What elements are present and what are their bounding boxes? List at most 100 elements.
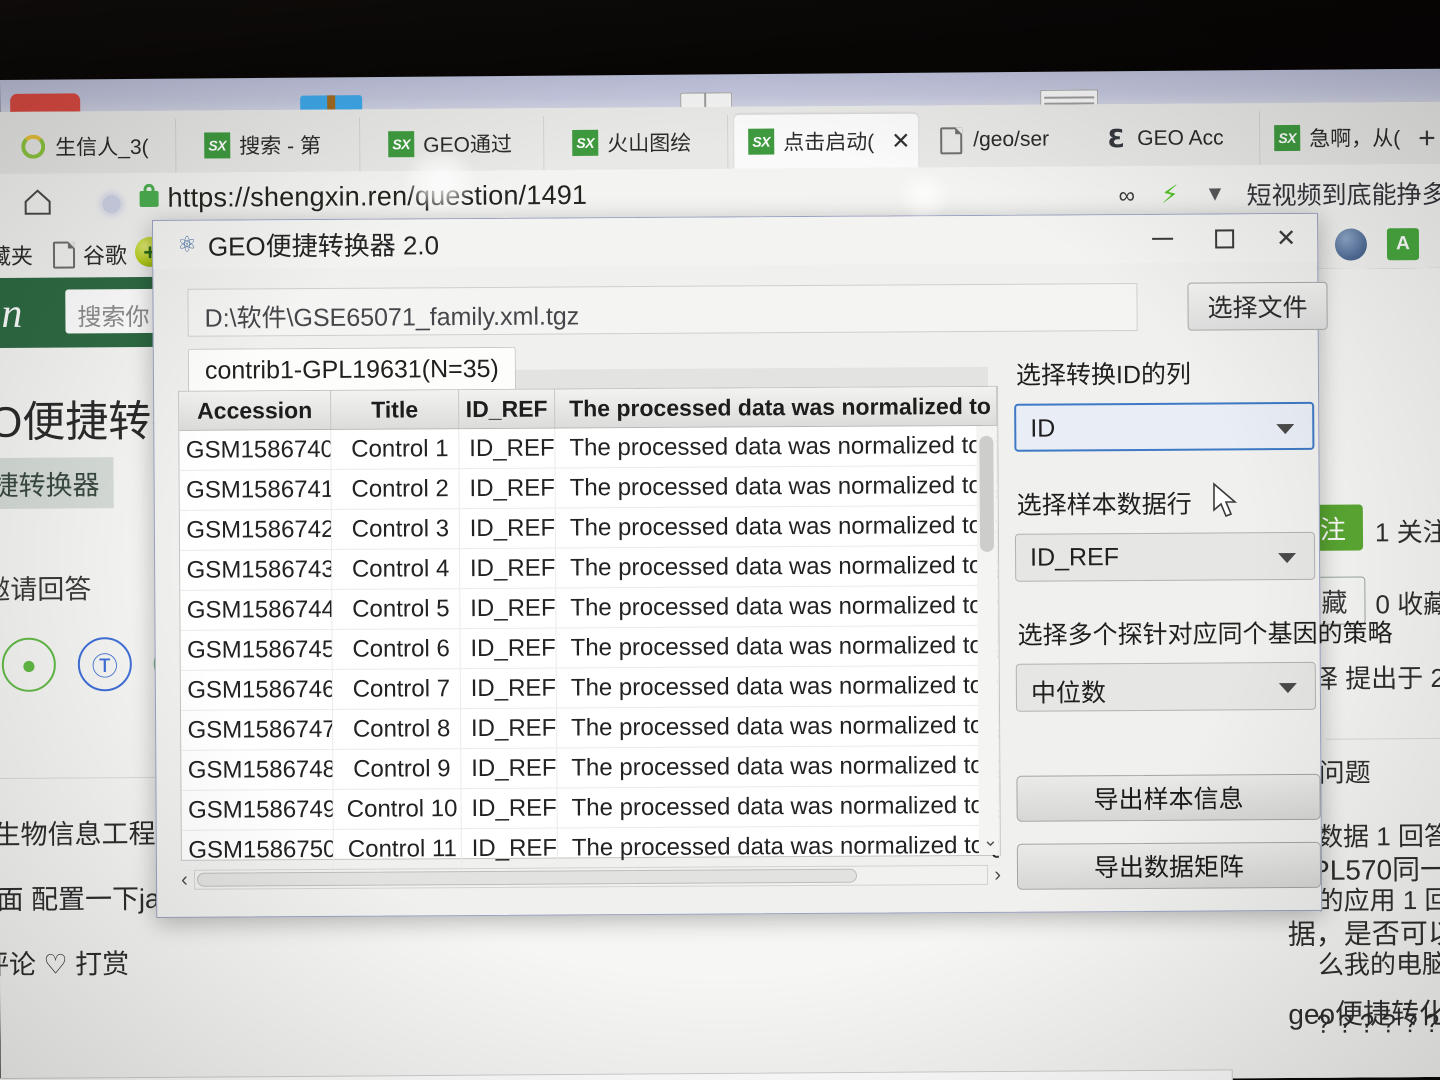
url-text[interactable]: https://shengxin.ren/question/1491 <box>167 180 587 214</box>
answer-text-2: geo便捷转化器说 <box>1288 997 1440 1030</box>
site-logo: n <box>1 290 23 337</box>
chevron-down-icon <box>1278 683 1297 694</box>
table-row[interactable]: GSM1586749 Control 10 ID_REF The processed … <box>181 785 1000 831</box>
cell-id-ref: ID_REF <box>459 508 557 549</box>
scrollbar-thumb[interactable] <box>979 435 995 552</box>
cell-accession: GSM1586745 <box>180 629 333 670</box>
select-file-button[interactable]: 选择文件 <box>1187 281 1328 331</box>
window-controls: ✕ <box>1131 214 1317 263</box>
bookmark-item-1[interactable]: 谷歌 <box>52 238 127 271</box>
cell-description: The processed data was normalized to glo… <box>557 785 1000 828</box>
chevron-down-icon[interactable]: ▼ <box>1204 182 1225 206</box>
file-path-input[interactable]: D:\软件\GSE65071_family.xml.tgz <box>187 282 1138 337</box>
browser-tab-5[interactable]: /geo/ser <box>924 112 1094 167</box>
cell-accession: GSM1586747 <box>180 709 334 750</box>
bookmark-item-0[interactable]: 藏夹 <box>0 239 33 271</box>
file-path-row: D:\软件\GSE65071_family.xml.tgz 选择文件 <box>187 281 1328 337</box>
cell-id-ref: ID_REF <box>460 548 557 589</box>
promo-text[interactable]: 短视频到底能挣多少 <box>1246 175 1440 213</box>
browser-tab-7[interactable]: SX 急啊，从( <box>1260 110 1410 165</box>
answer-editor[interactable] <box>0 1069 1234 1080</box>
browser-tab-3[interactable]: SX 火山图绘 <box>558 114 729 171</box>
table-row[interactable]: GSM1586744 Control 5 ID_REF The processed d… <box>180 585 999 631</box>
bolt-icon[interactable]: ⚡ <box>1161 180 1179 210</box>
sx-icon: SX <box>748 128 775 155</box>
browser-tab-label: 急啊，从( <box>1309 127 1401 151</box>
invite-answer-label: 邀请回答 <box>0 574 92 606</box>
chevron-down-icon[interactable]: ⌄ <box>983 830 998 851</box>
maximize-icon[interactable] <box>1193 214 1255 262</box>
cell-accession: GSM1586741 <box>179 469 332 510</box>
share-icon[interactable]: ∞ <box>1119 182 1136 209</box>
page-indicator-icon <box>102 195 121 214</box>
cell-description: The processed data was normalized to glo… <box>555 425 998 468</box>
probe-strategy-select[interactable]: 中位数 <box>1015 661 1317 712</box>
cell-accession: GSM1586742 <box>179 509 333 550</box>
cell-description: The processed data was normalized to glo… <box>556 585 999 628</box>
export-sample-info-button[interactable]: 导出样本信息 <box>1016 773 1321 822</box>
url-bar-actions: ∞ ⚡ ▼ <box>1119 179 1226 210</box>
pengyouquan-icon[interactable]: Ⓣ <box>77 637 133 692</box>
minimize-icon[interactable] <box>1131 215 1193 263</box>
cell-accession: GSM1586740 <box>179 429 332 470</box>
wechat-icon[interactable]: ● <box>1 637 57 692</box>
table-row[interactable]: GSM1586746 Control 7 ID_REF The processed d… <box>180 665 999 711</box>
table-vertical-scrollbar[interactable]: ⌄ <box>976 425 999 855</box>
translate-icon[interactable]: A <box>1386 228 1420 261</box>
dialog-title-bar[interactable]: ⚛ GEO便捷转换器 2.0 ✕ <box>153 213 1318 269</box>
browser-tab-label: 火山图绘 <box>607 132 692 156</box>
browser-tab-label: GEO通过 <box>423 133 513 158</box>
browser-tab-2[interactable]: SX GEO通过 <box>374 116 545 172</box>
sample-row-value: ID_REF <box>1029 543 1120 572</box>
chevron-down-icon <box>1278 553 1297 564</box>
chevron-left-icon[interactable]: ‹ <box>181 868 188 891</box>
export-data-matrix-button[interactable]: 导出数据矩阵 <box>1016 841 1322 890</box>
platform-tab[interactable]: contrib1-GPL19631(N=35) <box>187 346 516 392</box>
follow-count: 1 关注 <box>1374 516 1440 548</box>
page-line-2[interactable]: 评论 ♡ 打赏 <box>0 942 129 982</box>
table-row[interactable]: GSM1586745 Control 6 ID_REF The processed d… <box>180 625 999 671</box>
question-tag[interactable]: 便捷转换器 <box>0 457 114 510</box>
new-tab-button[interactable]: + <box>1418 122 1436 156</box>
probe-strategy-value: 中位数 <box>1030 679 1107 708</box>
lock-icon <box>139 190 159 207</box>
browser-tab-label: 点击启动( <box>783 130 875 155</box>
browser-tab-6[interactable]: ℇ GEO Acc <box>1088 111 1261 167</box>
table-header-id-ref[interactable]: ID_REF <box>459 389 556 429</box>
sample-row-select[interactable]: ID_REF <box>1014 531 1316 582</box>
cell-description: The processed data was normalized to glo… <box>557 745 1000 788</box>
invite-answer-link[interactable]: 邀请回答 <box>0 567 91 607</box>
table-header-title[interactable]: Title <box>331 390 460 429</box>
cell-id-ref: ID_REF <box>459 428 556 469</box>
browser-tab-4-active[interactable]: SX 点击启动( ✕ <box>734 113 919 169</box>
scrollbar-thumb[interactable] <box>196 868 857 887</box>
browser-tab-label: GEO Acc <box>1137 126 1224 151</box>
table-row[interactable]: GSM1586740 Control 1 ID_REF The processed d… <box>179 425 998 471</box>
table-row[interactable]: GSM1586747 Control 8 ID_REF The processed d… <box>180 705 1000 751</box>
cell-accession: GSM1586748 <box>181 749 334 790</box>
table-body: GSM1586740 Control 1 ID_REF The processed d… <box>179 425 1000 871</box>
browser-tab-0[interactable]: 生信人_3( <box>6 118 177 174</box>
table-row[interactable]: GSM1586741 Control 2 ID_REF The processed d… <box>179 465 998 511</box>
table-row[interactable]: GSM1586742 Control 3 ID_REF The processed d… <box>179 505 999 551</box>
cell-id-ref: ID_REF <box>460 708 558 749</box>
table-header-accession[interactable]: Accession <box>179 390 332 430</box>
table-horizontal-scrollbar[interactable]: ‹ › <box>181 861 1001 894</box>
geo-icon: ℇ <box>1107 124 1123 153</box>
chevron-right-icon[interactable]: › <box>994 863 1001 886</box>
close-icon[interactable]: ✕ <box>1255 214 1317 262</box>
close-icon[interactable]: ✕ <box>891 127 910 154</box>
table-header-description[interactable]: The processed data was normalized to glo… <box>555 386 998 428</box>
home-icon[interactable] <box>23 187 53 217</box>
cell-id-ref: ID_REF <box>460 668 557 709</box>
table-row[interactable]: GSM1586743 Control 4 ID_REF The processed d… <box>180 545 999 591</box>
id-column-select[interactable]: ID <box>1014 401 1315 452</box>
cell-accession: GSM1586749 <box>181 789 334 830</box>
browser-tab-1[interactable]: SX 搜索 - 第 <box>190 117 361 173</box>
browser-tab-strip: 生信人_3( SX 搜索 - 第 SX GEO通过 SX 火山图绘 SX 点击启… <box>0 101 1440 174</box>
related-link-0[interactable]: 问题 <box>1319 752 1371 789</box>
dialog-title: GEO便捷转换器 2.0 <box>207 229 440 262</box>
globe-icon[interactable] <box>1334 228 1368 261</box>
scrollbar-track[interactable] <box>193 864 989 890</box>
table-row[interactable]: GSM1586748 Control 9 ID_REF The processed d… <box>181 745 1000 791</box>
